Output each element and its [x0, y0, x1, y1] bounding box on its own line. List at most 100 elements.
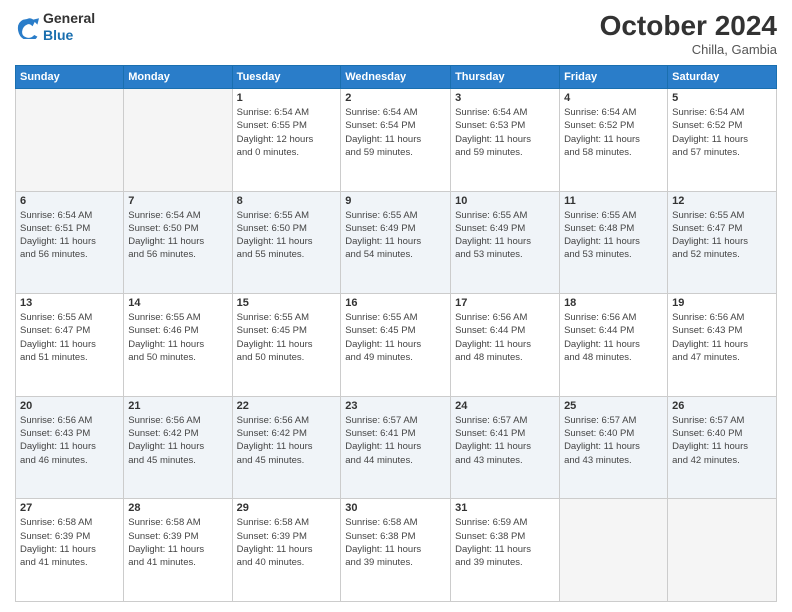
day-info: Sunrise: 6:54 AM Sunset: 6:55 PM Dayligh… [237, 106, 337, 159]
day-number: 18 [564, 297, 663, 309]
col-wednesday: Wednesday [341, 66, 451, 89]
day-info: Sunrise: 6:56 AM Sunset: 6:42 PM Dayligh… [128, 414, 227, 467]
day-info: Sunrise: 6:55 AM Sunset: 6:46 PM Dayligh… [128, 311, 227, 364]
location-subtitle: Chilla, Gambia [600, 42, 777, 57]
day-info: Sunrise: 6:58 AM Sunset: 6:39 PM Dayligh… [128, 516, 227, 569]
day-number: 17 [455, 297, 555, 309]
calendar-cell: 24 Sunrise: 6:57 AM Sunset: 6:41 PM Dayli… [451, 396, 560, 499]
day-number: 8 [237, 195, 337, 207]
calendar-week-row: 1 Sunrise: 6:54 AM Sunset: 6:55 PM Daylig… [16, 89, 777, 192]
day-info: Sunrise: 6:58 AM Sunset: 6:39 PM Dayligh… [237, 516, 337, 569]
calendar-page: General Blue October 2024 Chilla, Gambia… [0, 0, 792, 612]
calendar-cell [668, 499, 777, 602]
day-number: 31 [455, 502, 555, 514]
calendar-cell: 11 Sunrise: 6:55 AM Sunset: 6:48 PM Dayli… [560, 191, 668, 294]
day-number: 6 [20, 195, 119, 207]
day-info: Sunrise: 6:55 AM Sunset: 6:47 PM Dayligh… [672, 209, 772, 262]
day-info: Sunrise: 6:56 AM Sunset: 6:43 PM Dayligh… [20, 414, 119, 467]
day-number: 7 [128, 195, 227, 207]
calendar-cell: 26 Sunrise: 6:57 AM Sunset: 6:40 PM Dayli… [668, 396, 777, 499]
day-info: Sunrise: 6:56 AM Sunset: 6:44 PM Dayligh… [455, 311, 555, 364]
day-info: Sunrise: 6:55 AM Sunset: 6:45 PM Dayligh… [237, 311, 337, 364]
day-number: 5 [672, 92, 772, 104]
logo-text: General Blue [43, 10, 95, 44]
day-number: 2 [345, 92, 446, 104]
calendar-cell: 15Sunrise: 6:55 AM Sunset: 6:45 PM Dayli… [232, 294, 341, 397]
day-info: Sunrise: 6:57 AM Sunset: 6:40 PM Dayligh… [564, 414, 663, 467]
title-block: October 2024 Chilla, Gambia [600, 10, 777, 57]
day-info: Sunrise: 6:57 AM Sunset: 6:41 PM Dayligh… [455, 414, 555, 467]
day-info: Sunrise: 6:56 AM Sunset: 6:42 PM Dayligh… [237, 414, 337, 467]
calendar-cell: 30 Sunrise: 6:58 AM Sunset: 6:38 PM Dayli… [341, 499, 451, 602]
day-info: Sunrise: 6:55 AM Sunset: 6:45 PM Dayligh… [345, 311, 446, 364]
day-number: 28 [128, 502, 227, 514]
day-number: 30 [345, 502, 446, 514]
col-friday: Friday [560, 66, 668, 89]
day-info: Sunrise: 6:57 AM Sunset: 6:41 PM Dayligh… [345, 414, 446, 467]
header: General Blue October 2024 Chilla, Gambia [15, 10, 777, 57]
calendar-week-row: 27 Sunrise: 6:58 AM Sunset: 6:39 PM Dayli… [16, 499, 777, 602]
day-number: 24 [455, 400, 555, 412]
logo-blue: Blue [43, 27, 95, 44]
day-number: 3 [455, 92, 555, 104]
day-info: Sunrise: 6:54 AM Sunset: 6:50 PM Dayligh… [128, 209, 227, 262]
col-monday: Monday [124, 66, 232, 89]
day-info: Sunrise: 6:55 AM Sunset: 6:49 PM Dayligh… [455, 209, 555, 262]
day-number: 12 [672, 195, 772, 207]
day-number: 27 [20, 502, 119, 514]
col-thursday: Thursday [451, 66, 560, 89]
day-number: 4 [564, 92, 663, 104]
col-sunday: Sunday [16, 66, 124, 89]
day-info: Sunrise: 6:54 AM Sunset: 6:52 PM Dayligh… [672, 106, 772, 159]
calendar-cell [16, 89, 124, 192]
day-number: 23 [345, 400, 446, 412]
calendar-cell: 23 Sunrise: 6:57 AM Sunset: 6:41 PM Dayli… [341, 396, 451, 499]
calendar-week-row: 13Sunrise: 6:55 AM Sunset: 6:47 PM Dayli… [16, 294, 777, 397]
calendar-cell [124, 89, 232, 192]
day-info: Sunrise: 6:55 AM Sunset: 6:50 PM Dayligh… [237, 209, 337, 262]
calendar-cell: 22Sunrise: 6:56 AM Sunset: 6:42 PM Dayli… [232, 396, 341, 499]
calendar-cell: 2Sunrise: 6:54 AM Sunset: 6:54 PM Daylig… [341, 89, 451, 192]
day-info: Sunrise: 6:59 AM Sunset: 6:38 PM Dayligh… [455, 516, 555, 569]
day-info: Sunrise: 6:54 AM Sunset: 6:53 PM Dayligh… [455, 106, 555, 159]
calendar-week-row: 20 Sunrise: 6:56 AM Sunset: 6:43 PM Dayli… [16, 396, 777, 499]
calendar-cell: 19 Sunrise: 6:56 AM Sunset: 6:43 PM Dayli… [668, 294, 777, 397]
logo-general: General [43, 10, 95, 27]
month-title: October 2024 [600, 10, 777, 42]
logo-icon [15, 15, 39, 39]
logo: General Blue [15, 10, 95, 44]
day-number: 1 [237, 92, 337, 104]
calendar-header-row: Sunday Monday Tuesday Wednesday Thursday… [16, 66, 777, 89]
calendar-cell: 28 Sunrise: 6:58 AM Sunset: 6:39 PM Dayli… [124, 499, 232, 602]
day-number: 19 [672, 297, 772, 309]
day-number: 20 [20, 400, 119, 412]
day-number: 26 [672, 400, 772, 412]
day-info: Sunrise: 6:55 AM Sunset: 6:48 PM Dayligh… [564, 209, 663, 262]
col-tuesday: Tuesday [232, 66, 341, 89]
calendar-cell [560, 499, 668, 602]
day-info: Sunrise: 6:58 AM Sunset: 6:38 PM Dayligh… [345, 516, 446, 569]
day-number: 16 [345, 297, 446, 309]
calendar-cell: 4 Sunrise: 6:54 AM Sunset: 6:52 PM Daylig… [560, 89, 668, 192]
calendar-cell: 20 Sunrise: 6:56 AM Sunset: 6:43 PM Dayli… [16, 396, 124, 499]
day-info: Sunrise: 6:54 AM Sunset: 6:52 PM Dayligh… [564, 106, 663, 159]
day-number: 11 [564, 195, 663, 207]
day-info: Sunrise: 6:57 AM Sunset: 6:40 PM Dayligh… [672, 414, 772, 467]
day-number: 14 [128, 297, 227, 309]
calendar-cell: 14 Sunrise: 6:55 AM Sunset: 6:46 PM Dayli… [124, 294, 232, 397]
calendar-cell: 21 Sunrise: 6:56 AM Sunset: 6:42 PM Dayli… [124, 396, 232, 499]
calendar-cell: 7 Sunrise: 6:54 AM Sunset: 6:50 PM Daylig… [124, 191, 232, 294]
calendar-cell: 13Sunrise: 6:55 AM Sunset: 6:47 PM Dayli… [16, 294, 124, 397]
calendar-cell: 9Sunrise: 6:55 AM Sunset: 6:49 PM Daylig… [341, 191, 451, 294]
calendar-cell: 18Sunrise: 6:56 AM Sunset: 6:44 PM Dayli… [560, 294, 668, 397]
calendar-cell: 27Sunrise: 6:58 AM Sunset: 6:39 PM Dayli… [16, 499, 124, 602]
day-number: 29 [237, 502, 337, 514]
calendar-cell: 29 Sunrise: 6:58 AM Sunset: 6:39 PM Dayli… [232, 499, 341, 602]
calendar-cell: 3 Sunrise: 6:54 AM Sunset: 6:53 PM Daylig… [451, 89, 560, 192]
calendar-cell: 8 Sunrise: 6:55 AM Sunset: 6:50 PM Daylig… [232, 191, 341, 294]
calendar-cell: 17 Sunrise: 6:56 AM Sunset: 6:44 PM Dayli… [451, 294, 560, 397]
day-info: Sunrise: 6:56 AM Sunset: 6:43 PM Dayligh… [672, 311, 772, 364]
day-info: Sunrise: 6:55 AM Sunset: 6:49 PM Dayligh… [345, 209, 446, 262]
day-number: 21 [128, 400, 227, 412]
day-info: Sunrise: 6:55 AM Sunset: 6:47 PM Dayligh… [20, 311, 119, 364]
